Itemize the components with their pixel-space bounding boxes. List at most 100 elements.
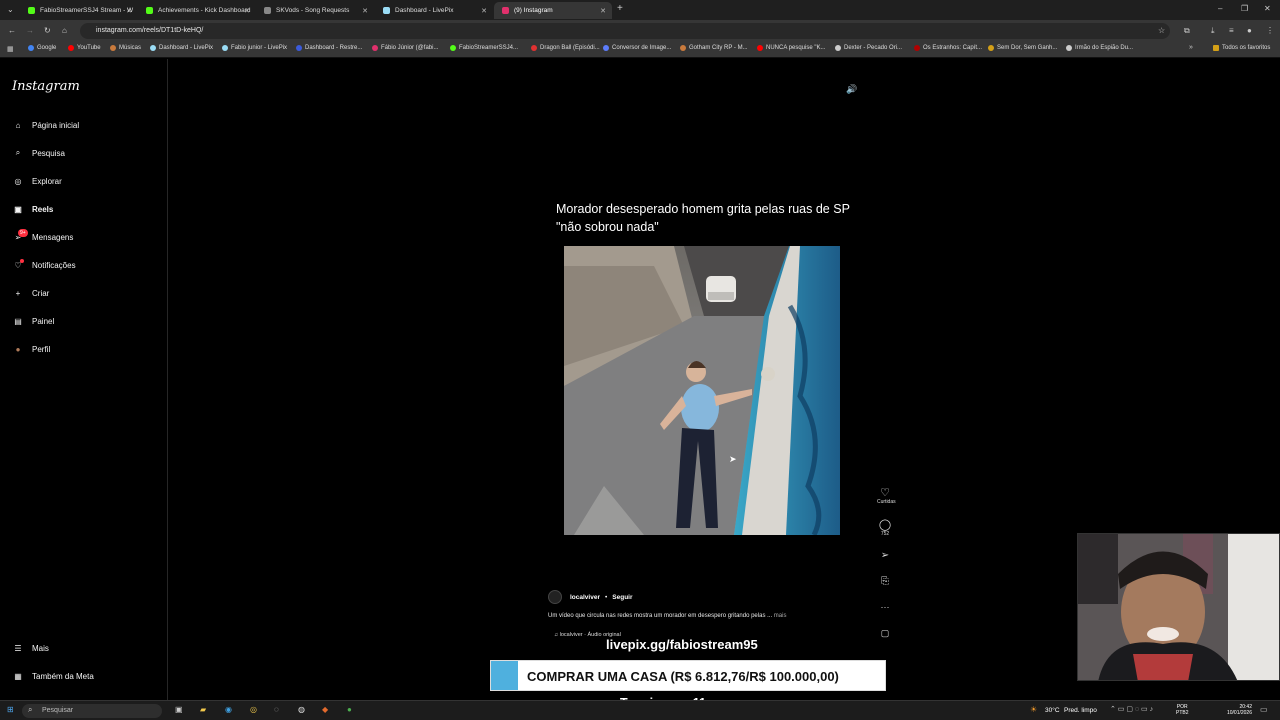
like-heart-icon[interactable]: ♡ [877, 486, 893, 499]
audio-thumbnail-icon[interactable]: ▢ [877, 628, 893, 639]
task-view-icon[interactable]: ▣ [175, 705, 183, 714]
file-explorer-icon[interactable]: ▰ [200, 705, 206, 714]
tab-search-icon[interactable]: ⌄ [7, 5, 14, 14]
bookmark-item[interactable]: NUNCA pesquise "K... [757, 45, 826, 51]
brave-icon[interactable]: ◆ [322, 705, 328, 714]
reel-video-frame[interactable] [564, 246, 840, 535]
bookmark-item[interactable]: Dashboard - Restre... [296, 45, 362, 51]
nav-item-search[interactable]: ⌕ Pesquisa [12, 144, 65, 162]
reel-title: Morador desesperado homem grita pelas ru… [556, 202, 850, 234]
forward-icon[interactable]: → [26, 26, 34, 35]
extensions-icon[interactable]: ⧉ [1184, 26, 1190, 36]
bookmark-favicon-icon [1066, 45, 1072, 51]
bookmark-item[interactable]: Conversor de Image... [603, 45, 671, 51]
bookmark-star-icon[interactable]: ☆ [1158, 26, 1165, 35]
reel-player[interactable]: 🔊 Morador desesperado homem grita pelas … [540, 78, 864, 700]
reel-caption: Um vídeo que circula nas redes mostra um… [548, 613, 786, 619]
bookmark-item[interactable]: Os Estranhos: Capít... [914, 45, 982, 51]
profile-icon[interactable]: ● [1247, 26, 1252, 35]
lang-indicator[interactable]: POR PTB2 [1176, 704, 1189, 716]
bookmark-favicon-icon [296, 45, 302, 51]
tab-close-icon[interactable]: ✕ [126, 7, 132, 15]
nav-also-meta[interactable]: ▦ Também da Meta [12, 667, 94, 685]
weather-temp: 30°C [1045, 707, 1060, 714]
browser-active-icon[interactable]: ◍ [298, 705, 305, 714]
url-input[interactable]: instagram.com/reels/DT1tD-keHQ/ [80, 23, 1170, 39]
nav-label: Perfil [32, 344, 51, 354]
app-icon[interactable]: ◌ [274, 705, 279, 714]
nav-also-meta-label: Também da Meta [32, 671, 94, 681]
more-options-icon[interactable]: ··· [877, 602, 893, 612]
bookmark-item[interactable]: Google [28, 45, 56, 51]
new-tab-button[interactable]: + [617, 3, 623, 14]
instagram-logo[interactable]: Instagram [12, 79, 80, 94]
comments-count: 752 [880, 531, 890, 537]
browser-tab[interactable]: FabioStreamerSSJ4 Stream - W ✕ [20, 2, 138, 19]
like-action[interactable]: ♡ Curtidas [877, 486, 896, 505]
streamer-webcam [1077, 533, 1280, 681]
bookmark-item[interactable]: FabioStreamerSSJ4... [450, 45, 518, 51]
browser-tab[interactable]: SKVods - Song Requests ✕ [256, 2, 374, 19]
comment-action[interactable]: ◯ 752 [877, 518, 893, 537]
close-window-button[interactable]: ✕ [1264, 4, 1271, 13]
nav-item-dashboard[interactable]: ▤ Painel [12, 312, 54, 330]
taskbar-search-label: Pesquisar [42, 707, 74, 714]
bookmark-item[interactable]: Dexter - Pecado Ori... [835, 45, 902, 51]
bookmark-item[interactable]: Dragon Ball (Episódi... [531, 45, 600, 51]
all-favorites[interactable]: Todos os favoritos [1213, 45, 1270, 51]
save-bookmark-icon[interactable]: ⎘ [877, 576, 893, 587]
home-button-icon[interactable]: ⌂ [62, 26, 67, 35]
windows-start-icon[interactable]: ⊞ [7, 705, 14, 714]
browser-tab[interactable]: Dashboard - LivePix ✕ [375, 2, 493, 19]
tab-favicon-icon [28, 7, 35, 14]
bookmark-item[interactable]: YouTube [68, 45, 101, 51]
author-name[interactable]: localviver [570, 594, 600, 601]
nav-more[interactable]: ☰ Mais [12, 639, 48, 657]
bookmark-item[interactable]: Fabio junior - LivePix [222, 45, 287, 51]
menu-icon[interactable]: ⋮ [1266, 26, 1274, 35]
edge-icon[interactable]: ◉ [225, 705, 232, 714]
apps-grid-icon[interactable]: ▦ [7, 45, 14, 53]
tab-close-icon[interactable]: ✕ [600, 7, 606, 15]
tab-close-icon[interactable]: ✕ [244, 7, 250, 15]
bookmark-label: Conversor de Image... [612, 45, 672, 51]
more-bookmarks-icon[interactable]: » [1189, 44, 1193, 51]
tab-close-icon[interactable]: ✕ [481, 7, 487, 15]
reload-icon[interactable]: ↻ [44, 26, 51, 35]
maximize-button[interactable]: ❐ [1241, 4, 1248, 13]
minimize-button[interactable]: – [1218, 4, 1222, 13]
author-avatar[interactable] [548, 590, 562, 604]
media-icon[interactable]: ≡ [1229, 26, 1234, 35]
tab-close-icon[interactable]: ✕ [362, 7, 368, 15]
nav-item-avatar[interactable]: ● Perfil [12, 340, 51, 358]
nav-item-reels[interactable]: ▣ Reels [12, 200, 53, 218]
chrome-icon[interactable]: ◎ [250, 705, 257, 714]
volume-icon[interactable]: 🔊 [846, 84, 857, 95]
bookmark-favicon-icon [372, 45, 378, 51]
clock[interactable]: 20:42 10/01/2026 [1200, 704, 1252, 716]
browser-tab[interactable]: Achievements - Kick Dashboard ✕ [138, 2, 256, 19]
comment-icon[interactable]: ◯ [877, 518, 893, 531]
bookmark-item[interactable]: Irmão do Espião Du... [1066, 45, 1133, 51]
bookmark-item[interactable]: Músicas [110, 45, 141, 51]
bookmark-item[interactable]: Dashboard - LivePix [150, 45, 213, 51]
bookmark-item[interactable]: Fábio Júnior (@fabi... [372, 45, 438, 51]
downloads-icon[interactable]: ⤓ [1211, 26, 1215, 36]
notification-center-icon[interactable]: ▭ [1260, 705, 1268, 714]
caption-more-link[interactable]: mais [774, 613, 787, 619]
nav-item-plus[interactable]: + Criar [12, 284, 50, 302]
tray-icons[interactable]: ⌃ ▭ ▢ ◌ ▭ ♪ [1110, 705, 1153, 713]
bookmark-item[interactable]: Sem Dor, Sem Ganh... [988, 45, 1057, 51]
back-icon[interactable]: ← [8, 26, 16, 35]
bookmark-item[interactable]: Gotham City RP - M... [680, 45, 748, 51]
green-app-icon[interactable]: ● [347, 705, 352, 714]
nav-item-compass[interactable]: ◎ Explorar [12, 172, 62, 190]
bookmark-favicon-icon [150, 45, 156, 51]
taskbar-search[interactable]: Pesquisar [22, 704, 162, 718]
clock-date: 10/01/2026 [1226, 710, 1252, 716]
share-icon[interactable]: ➢ [877, 550, 893, 561]
messages-badge: 9+ [18, 229, 28, 237]
browser-tab[interactable]: (9) Instagram ✕ [494, 2, 612, 19]
nav-item-home[interactable]: ⌂ Página inicial [12, 116, 80, 134]
follow-button[interactable]: Seguir [612, 594, 632, 601]
